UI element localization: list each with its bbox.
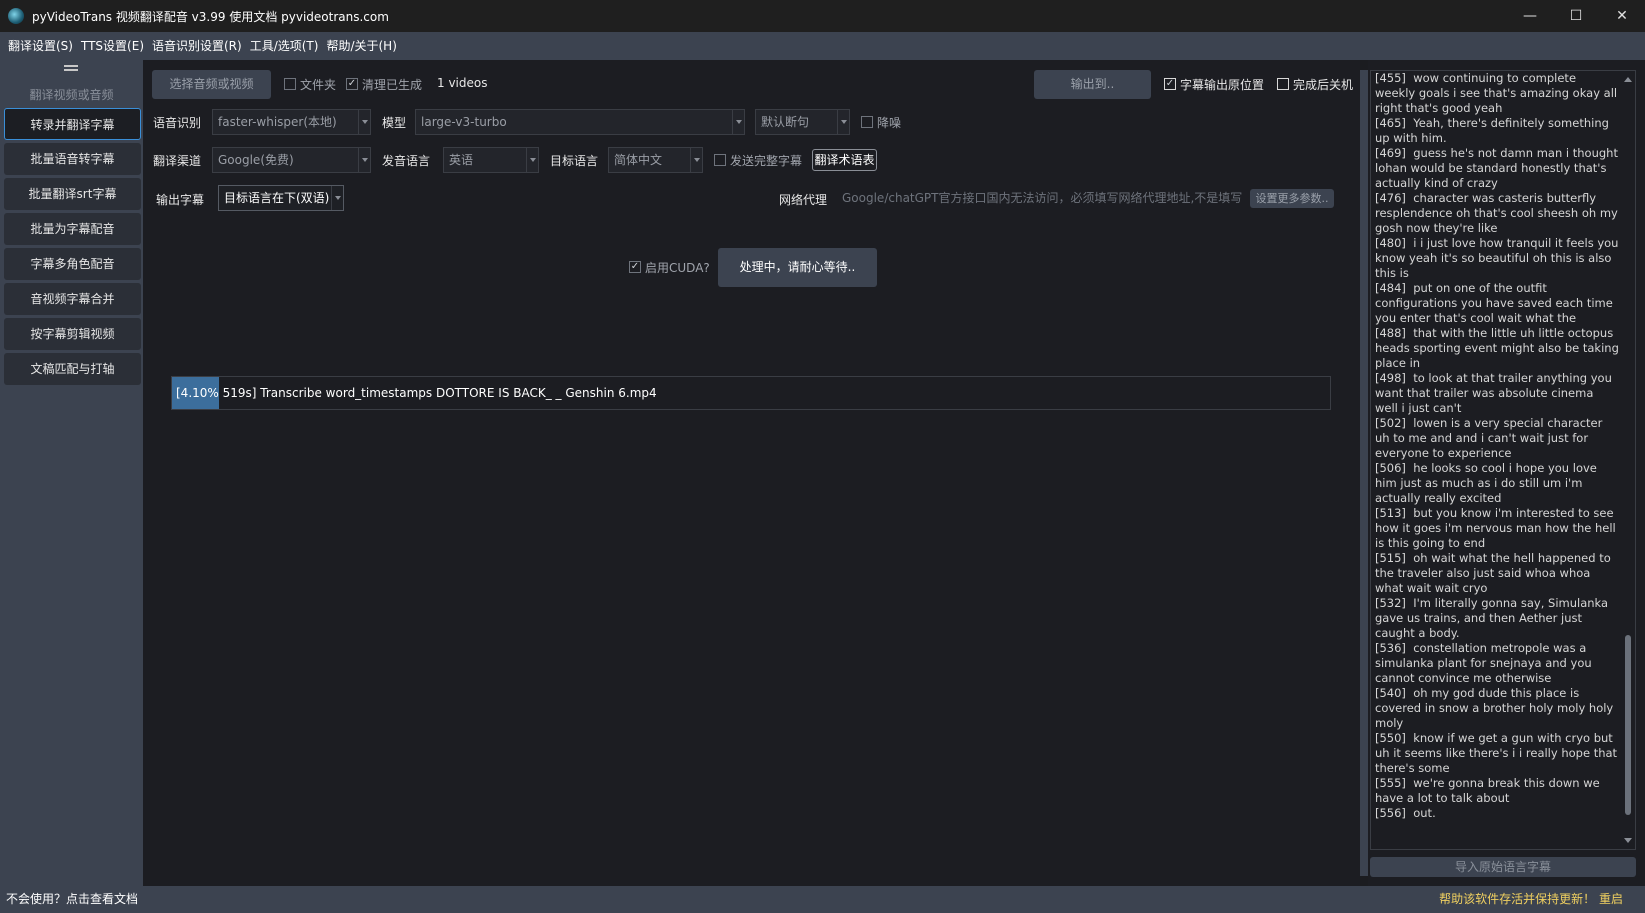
minimize-button[interactable]: — bbox=[1507, 0, 1553, 32]
maximize-button[interactable]: ☐ bbox=[1553, 0, 1599, 32]
send-full-subtitle-checkbox[interactable] bbox=[714, 154, 726, 166]
log-panel: [455] wow continuing to complete weekly … bbox=[1368, 60, 1645, 886]
sidebar: 翻译视频或音频 转录并翻译字幕 批量语音转字幕 批量翻译srt字幕 批量为字幕配… bbox=[0, 60, 143, 886]
chevron-down-icon bbox=[732, 110, 744, 134]
sidebar-handle-icon[interactable] bbox=[64, 65, 78, 71]
cuda-checkbox[interactable] bbox=[629, 261, 641, 273]
sidebar-item-merge[interactable]: 音视频字幕合并 bbox=[4, 283, 141, 315]
target-language-label: 目标语言 bbox=[550, 154, 599, 168]
log-scrollbar[interactable] bbox=[1623, 75, 1633, 845]
scroll-down-icon[interactable] bbox=[1624, 838, 1632, 843]
subtitle-original-position-label: 字幕输出原位置 bbox=[1180, 78, 1265, 92]
folder-checkbox[interactable] bbox=[284, 78, 296, 90]
more-settings-button[interactable]: 设置更多参数.. bbox=[1250, 189, 1334, 208]
output-subtitle-select[interactable]: 目标语言在下(双语) bbox=[218, 185, 344, 211]
asr-engine-value: faster-whisper(本地) bbox=[218, 115, 337, 129]
sidebar-header[interactable]: 翻译视频或音频 bbox=[4, 80, 139, 110]
sidebar-item-multi-role-dubbing[interactable]: 字幕多角色配音 bbox=[4, 248, 141, 280]
sidebar-item-batch-translate-srt[interactable]: 批量翻译srt字幕 bbox=[4, 178, 141, 210]
proxy-label: 网络代理 bbox=[779, 193, 828, 207]
close-button[interactable]: ✕ bbox=[1599, 0, 1645, 32]
scroll-thumb[interactable] bbox=[1625, 635, 1631, 815]
source-language-value: 英语 bbox=[449, 153, 474, 167]
send-full-subtitle-label: 发送完整字幕 bbox=[730, 154, 803, 168]
progress-row: [4.10% 519s] Transcribe word_timestamps … bbox=[171, 376, 1331, 410]
shutdown-checkbox[interactable] bbox=[1277, 78, 1289, 90]
support-restart-text[interactable]: 帮助该软件存活并保持更新！ 重启 bbox=[1439, 886, 1623, 913]
app-logo-icon bbox=[8, 8, 24, 24]
target-language-value: 简体中文 bbox=[614, 153, 663, 167]
denoise-label: 降噪 bbox=[877, 116, 902, 130]
asr-label: 语音识别 bbox=[153, 116, 202, 130]
title-bar: pyVideoTrans 视频翻译配音 v3.99 使用文档 pyvideotr… bbox=[0, 0, 1645, 32]
help-docs-link[interactable]: 不会使用？点击查看文档 bbox=[6, 886, 138, 913]
progress-detail: 519s] Transcribe word_timestamps DOTTORE… bbox=[222, 386, 657, 400]
output-to-button[interactable]: 输出到.. bbox=[1034, 70, 1151, 99]
denoise-checkbox[interactable] bbox=[861, 116, 873, 128]
model-select[interactable]: large-v3-turbo bbox=[415, 109, 745, 135]
output-subtitle-value: 目标语言在下(双语) bbox=[224, 191, 330, 205]
cuda-label: 启用CUDA? bbox=[645, 261, 710, 275]
scroll-up-icon[interactable] bbox=[1624, 77, 1632, 82]
translate-channel-select[interactable]: Google(免费) bbox=[212, 147, 371, 173]
progress-text: [4.10% 519s] Transcribe word_timestamps … bbox=[176, 377, 657, 409]
subtitle-original-position-checkbox[interactable] bbox=[1164, 78, 1176, 90]
source-language-label: 发音语言 bbox=[382, 154, 431, 168]
chevron-down-icon bbox=[331, 186, 343, 210]
clear-generated-label: 清理已生成 bbox=[362, 78, 423, 92]
menu-help[interactable]: 帮助/关于(H) bbox=[322, 32, 400, 60]
split-mode-value: 默认断句 bbox=[761, 115, 810, 129]
status-bar: 不会使用？点击查看文档 帮助该软件存活并保持更新！ 重启 bbox=[0, 886, 1645, 913]
sidebar-item-transcribe-translate[interactable]: 转录并翻译字幕 bbox=[4, 108, 141, 140]
progress-percent: [4.10% bbox=[176, 386, 219, 400]
main-panel: 选择音频或视频 文件夹 清理已生成 1 videos 输出到.. 字幕输出原位置… bbox=[143, 60, 1360, 886]
menu-asr-settings[interactable]: 语音识别设置(R) bbox=[148, 32, 246, 60]
proxy-input[interactable]: Google/chatGPT官方接口国内无法访问，必须填写网络代理地址,不是填写… bbox=[842, 185, 1242, 211]
panel-splitter[interactable] bbox=[1360, 70, 1368, 876]
translate-channel-label: 翻译渠道 bbox=[153, 154, 202, 168]
sidebar-item-align-script[interactable]: 文稿匹配与打轴 bbox=[4, 353, 141, 385]
model-value: large-v3-turbo bbox=[421, 115, 507, 129]
shutdown-label: 完成后关机 bbox=[1293, 78, 1354, 92]
chevron-down-icon bbox=[837, 110, 849, 134]
log-textarea[interactable]: [455] wow continuing to complete weekly … bbox=[1370, 70, 1636, 850]
menu-tools[interactable]: 工具/选项(T) bbox=[246, 32, 323, 60]
window-controls: — ☐ ✕ bbox=[1507, 0, 1645, 32]
folder-label: 文件夹 bbox=[300, 78, 337, 92]
translate-channel-value: Google(免费) bbox=[218, 153, 294, 167]
sidebar-item-batch-asr[interactable]: 批量语音转字幕 bbox=[4, 143, 141, 175]
chevron-down-icon bbox=[690, 148, 702, 172]
glossary-button[interactable]: 翻译术语表 bbox=[812, 149, 877, 171]
video-count: 1 videos bbox=[437, 76, 488, 90]
sidebar-item-batch-dubbing[interactable]: 批量为字幕配音 bbox=[4, 213, 141, 245]
import-source-subtitle-button[interactable]: 导入原始语言字幕 bbox=[1370, 857, 1636, 877]
chevron-down-icon bbox=[358, 110, 370, 134]
output-subtitle-label: 输出字幕 bbox=[156, 193, 205, 207]
chevron-down-icon bbox=[358, 148, 370, 172]
menu-tts-settings[interactable]: TTS设置(E) bbox=[77, 32, 148, 60]
model-label: 模型 bbox=[382, 116, 407, 130]
window-title: pyVideoTrans 视频翻译配音 v3.99 使用文档 pyvideotr… bbox=[32, 9, 389, 24]
split-mode-select[interactable]: 默认断句 bbox=[755, 109, 850, 135]
clear-generated-checkbox[interactable] bbox=[346, 78, 358, 90]
menu-bar: 翻译设置(S) TTS设置(E) 语音识别设置(R) 工具/选项(T) 帮助/关… bbox=[0, 32, 1645, 60]
source-language-select[interactable]: 英语 bbox=[443, 147, 539, 173]
menu-translate-settings[interactable]: 翻译设置(S) bbox=[4, 32, 77, 60]
log-text: [455] wow continuing to complete weekly … bbox=[1375, 71, 1619, 820]
sidebar-item-clip-by-subtitle[interactable]: 按字幕剪辑视频 bbox=[4, 318, 141, 350]
target-language-select[interactable]: 简体中文 bbox=[608, 147, 703, 173]
start-button[interactable]: 处理中，请耐心等待.. bbox=[718, 248, 877, 287]
asr-engine-select[interactable]: faster-whisper(本地) bbox=[212, 109, 371, 135]
chevron-down-icon bbox=[526, 148, 538, 172]
select-media-button[interactable]: 选择音频或视频 bbox=[152, 70, 271, 99]
